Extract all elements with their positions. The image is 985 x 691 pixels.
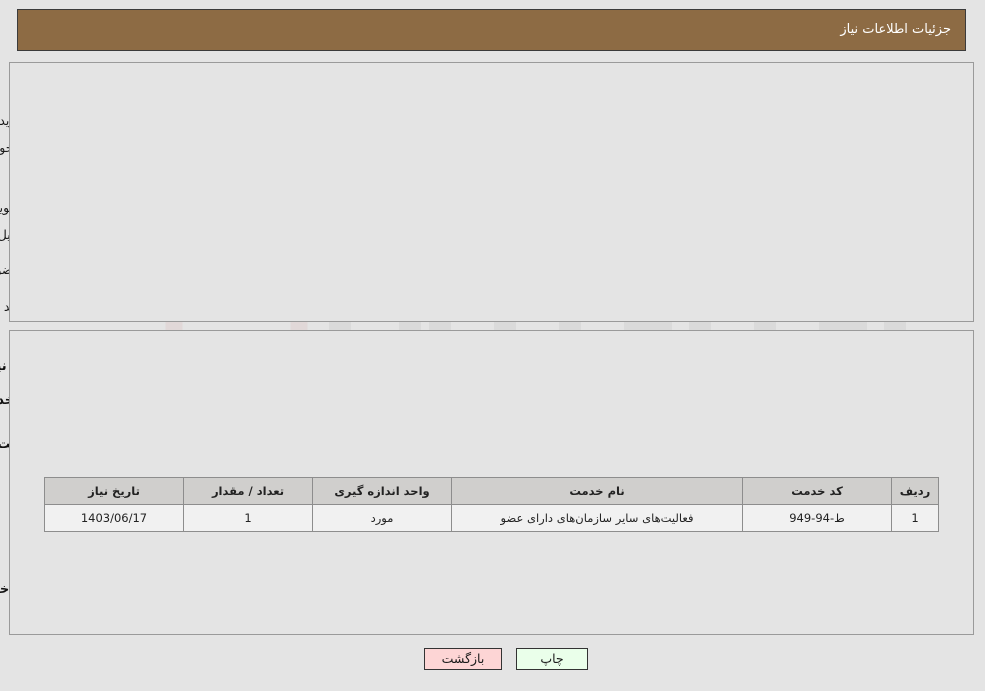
th-unit: واحد اندازه گیری xyxy=(313,477,453,505)
th-code: کد خدمت xyxy=(743,477,893,505)
th-name: نام خدمت xyxy=(452,477,744,505)
cell-row: 1 xyxy=(892,504,940,532)
cell-name: فعالیت‌های سایر سازمان‌های دارای عضو xyxy=(452,504,744,532)
cell-code: ط-94-949 xyxy=(743,504,893,532)
th-row: ردیف xyxy=(892,477,940,505)
table-header-row: ردیف کد خدمت نام خدمت واحد اندازه گیری ت… xyxy=(45,477,940,505)
print-button[interactable]: چاپ xyxy=(517,648,589,670)
back-button[interactable]: بازگشت xyxy=(425,648,503,670)
need-info-panel xyxy=(10,62,975,322)
page-title: جزئیات اطلاعات نیاز xyxy=(841,22,952,37)
cell-qty: 1 xyxy=(184,504,314,532)
th-date: تاریخ نیاز xyxy=(45,477,185,505)
services-table: ردیف کد خدمت نام خدمت واحد اندازه گیری ت… xyxy=(45,477,940,532)
table-row: 1 ط-94-949 فعالیت‌های سایر سازمان‌های دا… xyxy=(45,504,940,532)
cell-date: 1403/06/17 xyxy=(45,504,185,532)
th-qty: تعداد / مقدار xyxy=(184,477,314,505)
cell-unit: مورد xyxy=(313,504,453,532)
page-header-bar: جزئیات اطلاعات نیاز xyxy=(18,9,967,51)
